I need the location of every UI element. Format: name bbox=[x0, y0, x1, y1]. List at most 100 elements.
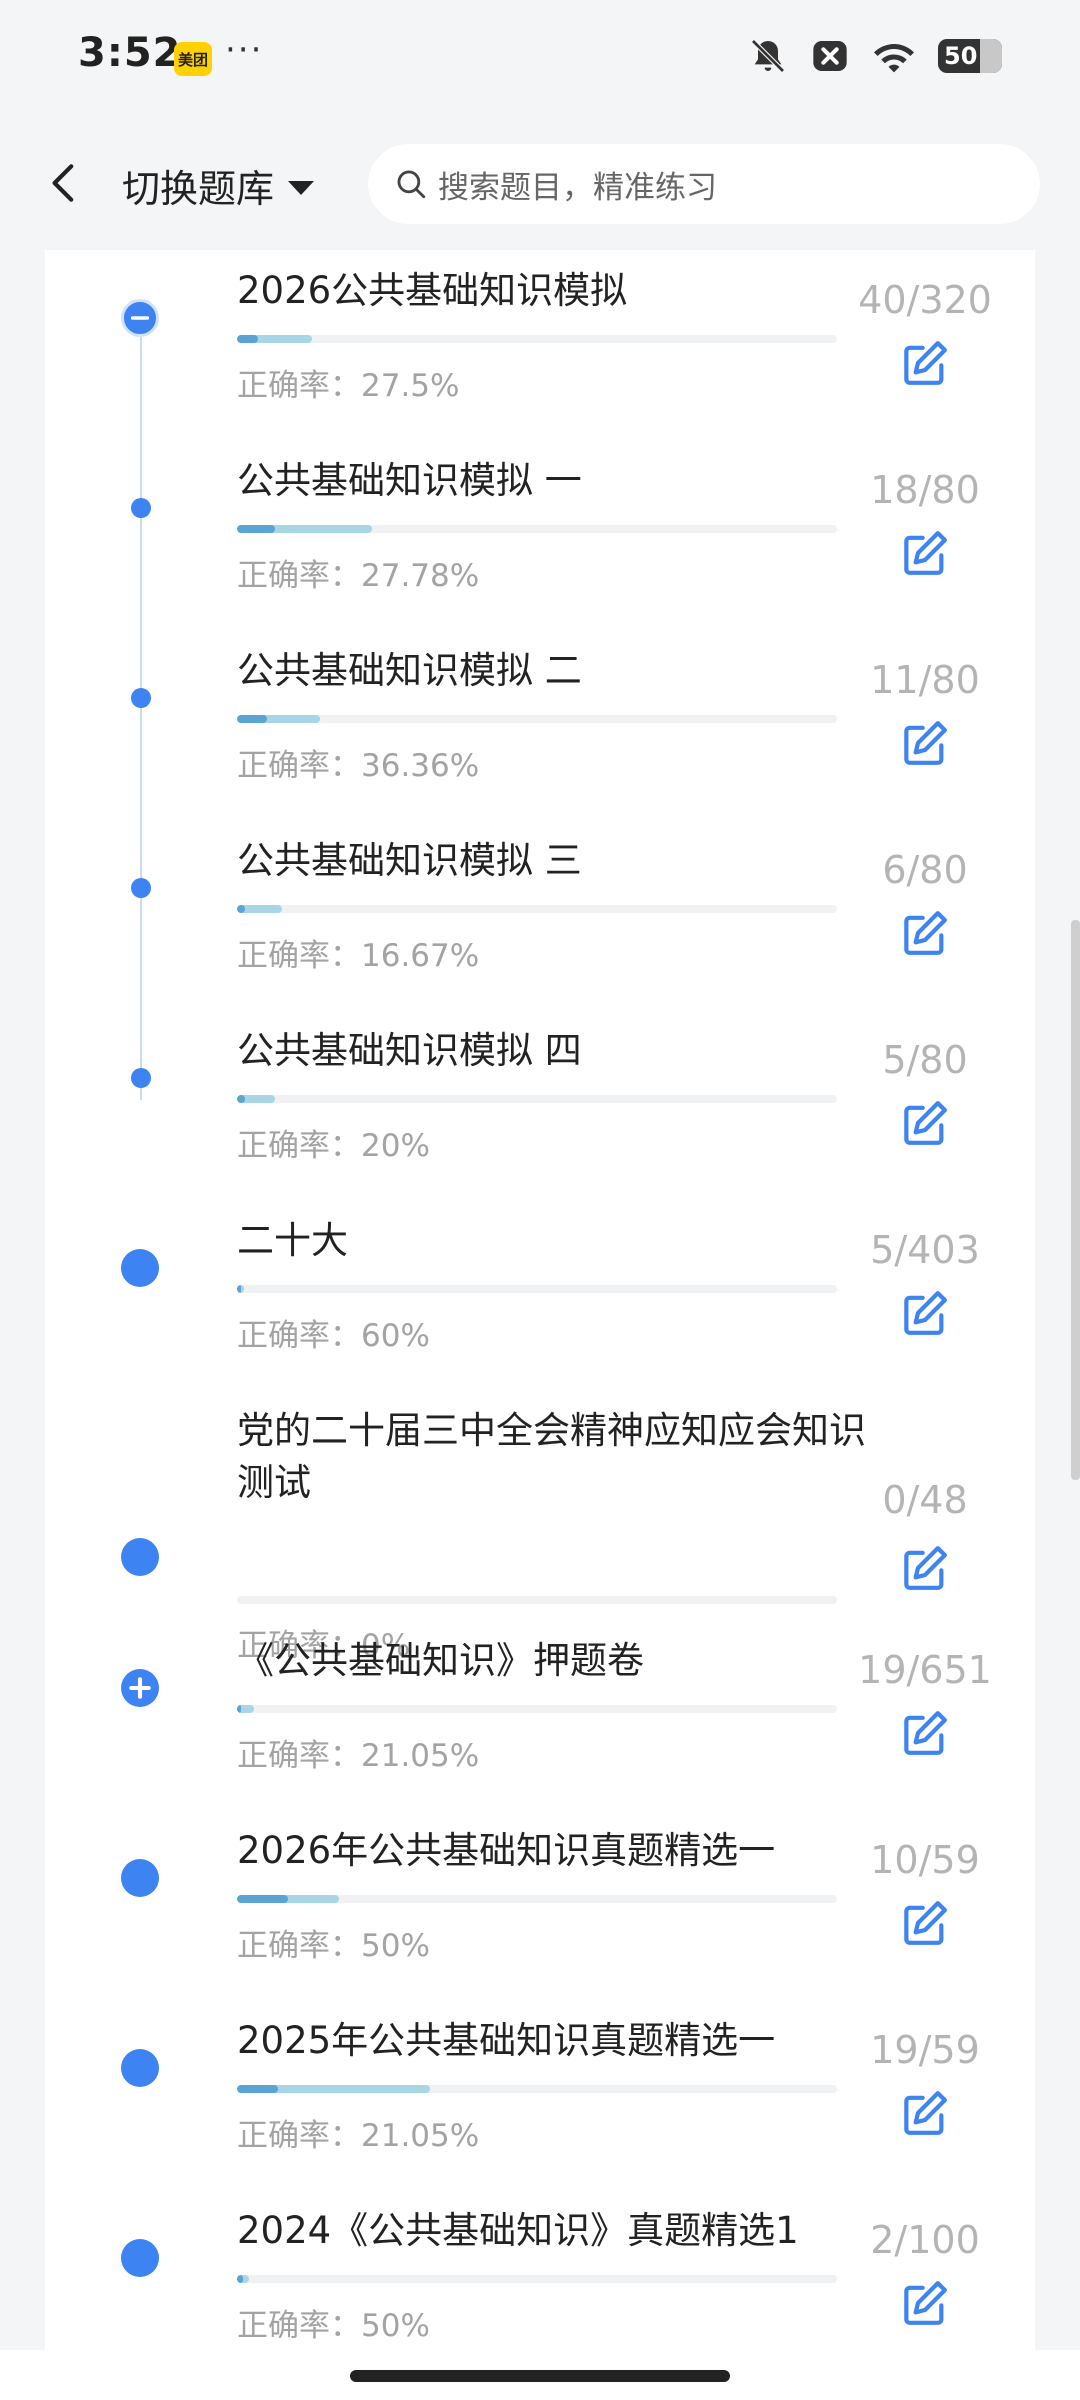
progress-bar bbox=[237, 525, 837, 533]
edit-icon[interactable] bbox=[897, 1540, 953, 1596]
progress-bar bbox=[237, 1095, 837, 1103]
list-item[interactable]: 公共基础知识模拟 三正确率：16.67% 6/80 bbox=[45, 820, 1035, 1010]
edit-icon[interactable] bbox=[897, 1895, 953, 1951]
list-item[interactable]: 公共基础知识模拟 二正确率：36.36% 11/80 bbox=[45, 630, 1035, 820]
edit-icon[interactable] bbox=[897, 335, 953, 391]
correct-fill bbox=[237, 525, 275, 533]
progress-bar bbox=[237, 335, 837, 343]
item-title: 《公共基础知识》押题卷 bbox=[237, 1639, 644, 1682]
close-box-icon bbox=[813, 41, 847, 71]
item-title: 2025年公共基础知识真题精选一 bbox=[237, 2019, 776, 2062]
search-icon bbox=[397, 170, 426, 199]
progress-count: 18/80 bbox=[870, 468, 980, 512]
progress-bar bbox=[237, 905, 837, 913]
progress-bar bbox=[237, 1895, 837, 1903]
timeline-dot bbox=[121, 1859, 159, 1897]
timeline-dot bbox=[131, 688, 151, 708]
list-item[interactable]: 公共基础知识模拟 四正确率：20% 5/80 bbox=[45, 1010, 1035, 1200]
progress-count: 19/59 bbox=[870, 2028, 980, 2072]
timeline-dot bbox=[131, 1068, 151, 1088]
search-placeholder: 搜索题目，精准练习 bbox=[438, 169, 717, 206]
item-title: 公共基础知识模拟 二 bbox=[237, 649, 582, 692]
meituan-notification-icon: 美团 bbox=[174, 42, 212, 76]
timeline-dot bbox=[121, 1538, 159, 1576]
accuracy-text: 正确率：36.36% bbox=[237, 748, 480, 784]
correct-fill bbox=[237, 1895, 288, 1903]
accuracy-text: 正确率：50% bbox=[237, 1928, 430, 1964]
edit-icon[interactable] bbox=[897, 1705, 953, 1761]
expand-icon[interactable] bbox=[121, 1669, 159, 1707]
progress-count: 0/48 bbox=[882, 1478, 968, 1522]
list-item[interactable]: 2025年公共基础知识真题精选一正确率：21.05% 19/59 bbox=[45, 2000, 1035, 2190]
correct-fill bbox=[237, 715, 268, 723]
timeline-dot bbox=[131, 878, 151, 898]
progress-count: 40/320 bbox=[858, 278, 992, 322]
caret-down-icon bbox=[288, 180, 315, 195]
progress-count: 6/80 bbox=[882, 848, 968, 892]
accuracy-text: 正确率：21.05% bbox=[237, 1738, 480, 1774]
status-time: 3:52 bbox=[78, 30, 182, 76]
edit-icon[interactable] bbox=[897, 2275, 953, 2331]
edit-icon[interactable] bbox=[897, 525, 953, 581]
timeline-dot bbox=[121, 2239, 159, 2277]
correct-fill bbox=[237, 335, 258, 343]
back-button[interactable] bbox=[40, 158, 90, 208]
list-item[interactable]: 党的二十届三中全会精神应知应会知识测试 正确率：0% 0/48 bbox=[45, 1390, 1035, 1664]
list-item[interactable]: 2024《公共基础知识》真题精选1 正确率：50% 2/100 bbox=[45, 2190, 1035, 2360]
correct-fill bbox=[237, 1095, 245, 1103]
progress-count: 2/100 bbox=[870, 2218, 980, 2262]
item-title: 2026年公共基础知识真题精选一 bbox=[237, 1829, 776, 1872]
progress-count: 5/403 bbox=[870, 1228, 980, 1272]
home-indicator[interactable] bbox=[350, 2370, 730, 2382]
edit-icon[interactable] bbox=[897, 2085, 953, 2141]
accuracy-text: 正确率：16.67% bbox=[237, 938, 480, 974]
list-item[interactable]: 2026公共基础知识模拟正确率：27.5% 40/320 bbox=[45, 250, 1035, 440]
wifi-icon bbox=[874, 44, 914, 73]
correct-fill bbox=[237, 2275, 243, 2283]
accuracy-text: 正确率：50% bbox=[237, 2308, 430, 2344]
accuracy-text: 正确率：21.05% bbox=[237, 2118, 480, 2154]
search-input[interactable]: 搜索题目，精准练习 bbox=[368, 144, 1040, 224]
switch-question-bank-button[interactable]: 切换题库 bbox=[122, 158, 315, 213]
status-bar: 3:52 美团 ··· 50 bbox=[0, 0, 1080, 118]
header: 切换题库 搜索题目，精准练习 bbox=[0, 118, 1080, 250]
progress-bar bbox=[237, 1596, 837, 1604]
timeline-dot bbox=[131, 498, 151, 518]
battery-icon: 50 bbox=[938, 39, 1002, 73]
accuracy-text: 正确率：27.5% bbox=[237, 368, 460, 404]
correct-fill bbox=[237, 2085, 278, 2093]
edit-icon[interactable] bbox=[897, 905, 953, 961]
item-title: 2026公共基础知识模拟 bbox=[237, 269, 628, 312]
item-title: 二十大 bbox=[237, 1219, 348, 1262]
progress-count: 10/59 bbox=[870, 1838, 980, 1882]
accuracy-text: 正确率：27.78% bbox=[237, 558, 480, 594]
progress-bar bbox=[237, 2085, 837, 2093]
more-notifications-icon: ··· bbox=[225, 30, 264, 70]
question-bank-list: 2026公共基础知识模拟 正确率：27.5% 40/320 公共基础知识模拟 一正确率… bbox=[45, 250, 1035, 2360]
list-item[interactable]: 二十大正确率：60% 5/403 bbox=[45, 1200, 1035, 1390]
progress-count: 19/651 bbox=[858, 1648, 992, 1692]
list-item[interactable]: 2026年公共基础知识真题精选一正确率：50% 10/59 bbox=[45, 1810, 1035, 2000]
progress-count: 11/80 bbox=[870, 658, 980, 702]
item-title: 公共基础知识模拟 三 bbox=[237, 839, 582, 882]
bell-off-icon bbox=[751, 39, 785, 73]
progress-count: 5/80 bbox=[882, 1038, 968, 1082]
correct-fill bbox=[237, 905, 245, 913]
accuracy-text: 正确率：60% bbox=[237, 1318, 430, 1354]
item-title: 公共基础知识模拟 一 bbox=[237, 459, 582, 502]
collapse-icon[interactable] bbox=[121, 299, 159, 337]
timeline-dot bbox=[121, 2049, 159, 2087]
progress-bar bbox=[237, 715, 837, 723]
progress-bar bbox=[237, 1285, 837, 1293]
edit-icon[interactable] bbox=[897, 1285, 953, 1341]
edit-icon[interactable] bbox=[897, 1095, 953, 1151]
edit-icon[interactable] bbox=[897, 715, 953, 771]
progress-bar bbox=[237, 1705, 837, 1713]
correct-fill bbox=[237, 1285, 242, 1293]
correct-fill bbox=[237, 1705, 241, 1713]
list-item[interactable]: 《公共基础知识》押题卷正确率：21.05% 19/651 bbox=[45, 1620, 1035, 1810]
accuracy-text: 正确率：20% bbox=[237, 1128, 430, 1164]
list-item[interactable]: 公共基础知识模拟 一正确率：27.78% 18/80 bbox=[45, 440, 1035, 630]
scrollbar[interactable] bbox=[1071, 920, 1080, 1480]
timeline-dot bbox=[121, 1249, 159, 1287]
